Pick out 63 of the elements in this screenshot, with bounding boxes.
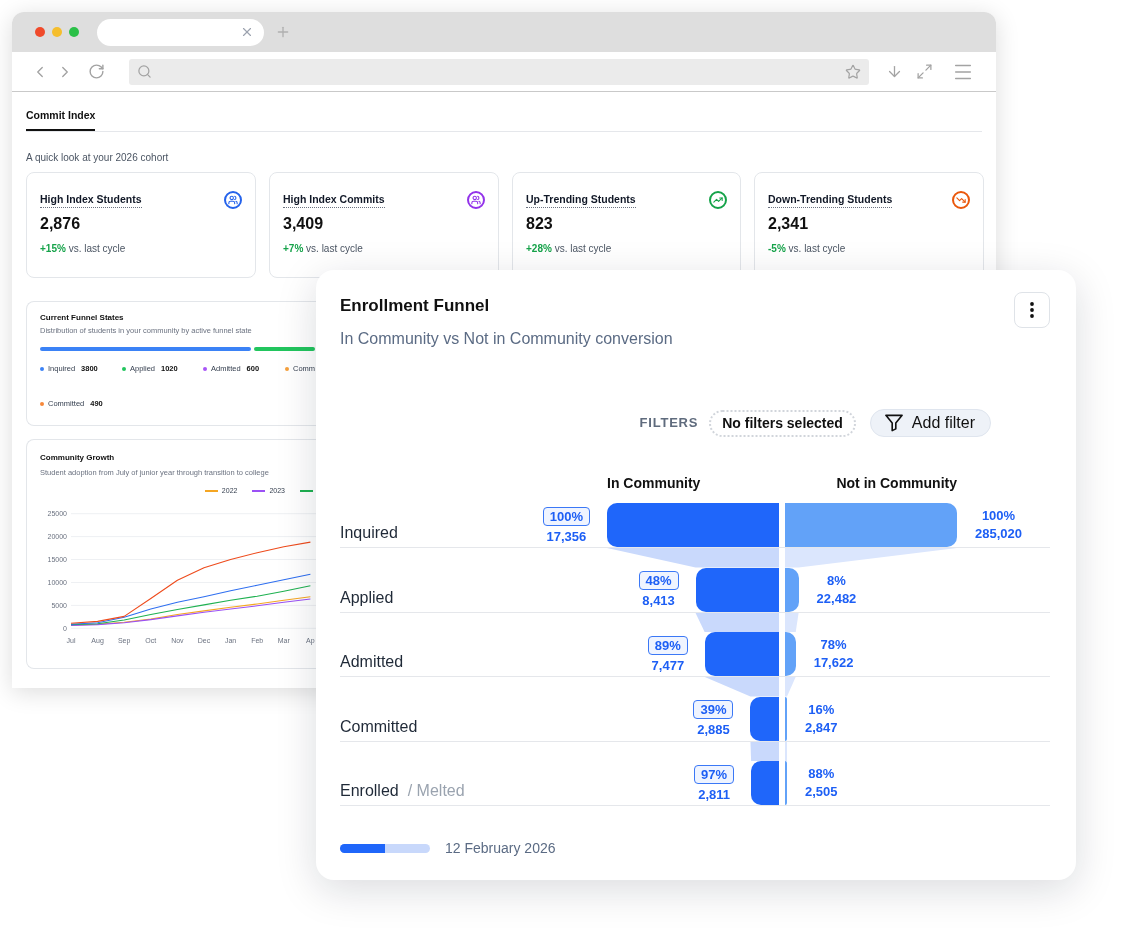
- search-icon: [137, 64, 152, 79]
- count-value: 2,505: [805, 783, 838, 801]
- date-text: 12 February 2026: [445, 839, 556, 857]
- stage-label: Applied: [340, 587, 394, 608]
- count-value: 7,477: [651, 657, 685, 673]
- percent-value: 88%: [808, 765, 835, 783]
- filters-label: FILTERS: [639, 415, 699, 431]
- card-title: Up-Trending Students: [526, 193, 636, 208]
- percent-value: 16%: [808, 700, 835, 719]
- percent-value: 100%: [981, 507, 1016, 525]
- percent-value: 78%: [820, 636, 847, 654]
- intro-text: A quick look at your 2026 cohort: [26, 151, 169, 165]
- column-header: Not in Community: [836, 474, 957, 492]
- close-icon[interactable]: [240, 25, 254, 39]
- percent-badge: 39%: [693, 700, 734, 719]
- kpi-value: 3,409: [283, 214, 324, 234]
- stage-label: Committed: [340, 716, 418, 737]
- page-tab[interactable]: Commit Index: [26, 108, 96, 131]
- column-header: In Community: [607, 474, 701, 492]
- card-subtitle: In Community vs Not in Community conversion: [340, 329, 673, 349]
- percent-badge: 89%: [647, 635, 688, 655]
- percent-badge: 97%: [694, 764, 735, 784]
- plus-icon[interactable]: [275, 24, 291, 40]
- count-value: 8,413: [642, 593, 675, 608]
- count-value: 285,020: [975, 525, 1022, 543]
- count-value: 2,811: [698, 786, 731, 802]
- kpi-value: 2,876: [40, 214, 81, 234]
- count-value: 17,356: [546, 528, 587, 544]
- reload-icon[interactable]: [88, 63, 105, 80]
- funnel-icon: [884, 414, 903, 432]
- percent-badge: 48%: [638, 571, 679, 590]
- kpi-value: 823: [526, 214, 553, 234]
- card-title: Community Growth: [40, 453, 115, 463]
- card-title: High Index Commits: [283, 193, 385, 208]
- card-title: High Index Students: [40, 193, 142, 208]
- kpi-value: 2,341: [768, 214, 809, 234]
- stage-note: / Melted: [407, 781, 465, 801]
- card-title: Current Funnel States: [40, 313, 124, 323]
- change-text: +15% vs. last cycle: [40, 242, 126, 256]
- change-text: +7% vs. last cycle: [283, 242, 363, 256]
- card-title: Enrollment Funnel: [340, 295, 490, 317]
- count-value: 2,847: [805, 718, 838, 737]
- funnel-connector: [785, 677, 796, 697]
- more-options-button[interactable]: [1014, 292, 1050, 328]
- count-value: 2,885: [697, 722, 730, 737]
- expand-icon[interactable]: [916, 63, 933, 80]
- change-text: -5% vs. last cycle: [768, 242, 846, 256]
- change-text: +28% vs. last cycle: [526, 242, 612, 256]
- percent-value: 8%: [827, 571, 846, 590]
- percent-badge: 100%: [542, 506, 590, 526]
- funnel-connector: [785, 741, 787, 761]
- stage-label: Inquired: [340, 523, 398, 543]
- count-value: 17,622: [813, 654, 854, 672]
- stage-label: Enrolled: [340, 781, 399, 801]
- add-filter-button[interactable]: Add filter: [869, 409, 991, 437]
- star-icon[interactable]: [845, 63, 861, 80]
- address-bar[interactable]: [129, 58, 869, 85]
- filter-status-chip: No filters selected: [709, 409, 856, 437]
- browser-tab[interactable]: [97, 18, 264, 46]
- count-value: 22,482: [816, 589, 857, 608]
- vertical-dots-icon: [1030, 302, 1034, 318]
- stage-label: Admitted: [340, 652, 404, 672]
- card-title: Down-Trending Students: [768, 193, 893, 208]
